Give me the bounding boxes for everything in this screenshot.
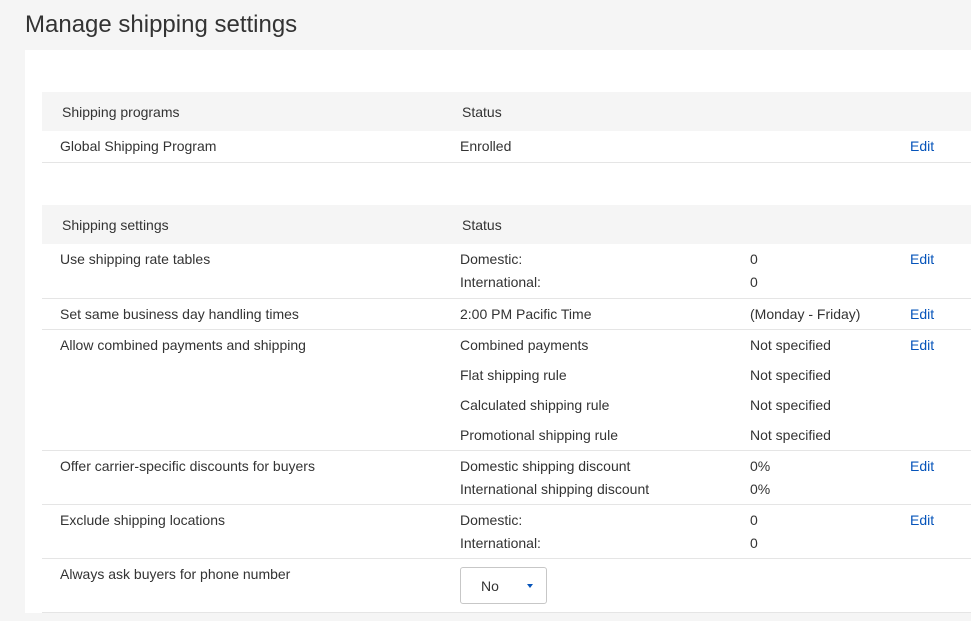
row-label: Domestic shipping discount xyxy=(460,458,631,474)
edit-link-rate-tables[interactable]: Edit xyxy=(910,251,934,268)
column-header-shipping-programs: Shipping programs xyxy=(62,104,180,120)
shipping-settings-header: Shipping settings Status xyxy=(42,205,971,244)
table-row: Offer carrier-specific discounts for buy… xyxy=(42,451,971,505)
table-row: Use shipping rate tables Domestic: 0 Int… xyxy=(42,244,971,299)
settings-panel: Shipping programs Status Global Shipping… xyxy=(25,50,971,613)
row-value: Not specified xyxy=(750,337,831,353)
phone-number-select-value: No xyxy=(481,578,499,594)
row-value: (Monday - Friday) xyxy=(750,306,861,322)
table-row: Always ask buyers for phone number No xyxy=(42,559,971,613)
shipping-programs-table: Shipping programs Status Global Shipping… xyxy=(42,92,971,163)
shipping-programs-header: Shipping programs Status xyxy=(42,92,971,131)
column-header-shipping-settings: Shipping settings xyxy=(62,217,169,233)
row-name: Global Shipping Program xyxy=(60,138,217,154)
row-value: 0 xyxy=(750,535,758,551)
row-label: Domestic: xyxy=(460,251,523,267)
table-row: Global Shipping Program Enrolled Edit xyxy=(42,131,971,163)
edit-link-global-shipping[interactable]: Edit xyxy=(910,138,934,155)
row-name: Offer carrier-specific discounts for buy… xyxy=(60,458,315,474)
column-header-status: Status xyxy=(462,104,502,120)
caret-down-icon xyxy=(527,584,533,588)
row-value: 0 xyxy=(750,512,758,528)
page-title: Manage shipping settings xyxy=(25,11,298,38)
column-header-status: Status xyxy=(462,217,502,233)
row-label: Combined payments xyxy=(460,337,589,353)
row-value: Not specified xyxy=(750,427,831,443)
row-value: 0 xyxy=(750,251,758,267)
row-label: International: xyxy=(460,274,541,290)
row-value: Not specified xyxy=(750,367,831,383)
table-row: Allow combined payments and shipping Com… xyxy=(42,330,971,451)
edit-link-combined-payments[interactable]: Edit xyxy=(910,337,934,354)
edit-link-handling-times[interactable]: Edit xyxy=(910,306,934,323)
row-value: 0 xyxy=(750,274,758,290)
row-label: International shipping discount xyxy=(460,481,650,497)
row-label: Flat shipping rule xyxy=(460,367,567,383)
edit-link-exclude-locations[interactable]: Edit xyxy=(910,512,934,529)
phone-number-select[interactable]: No xyxy=(460,567,547,604)
row-name: Allow combined payments and shipping xyxy=(60,337,306,353)
shipping-settings-table: Shipping settings Status Use shipping ra… xyxy=(42,205,971,613)
row-status: Enrolled xyxy=(460,138,512,154)
table-row: Exclude shipping locations Domestic: 0 I… xyxy=(42,505,971,559)
edit-link-carrier-discounts[interactable]: Edit xyxy=(910,458,934,475)
row-name: Set same business day handling times xyxy=(60,306,299,322)
row-name: Always ask buyers for phone number xyxy=(60,566,291,582)
row-value: 0% xyxy=(750,458,771,474)
row-value: 0% xyxy=(750,481,771,497)
row-name: Use shipping rate tables xyxy=(60,251,211,267)
row-label: 2:00 PM Pacific Time xyxy=(460,306,592,322)
row-label: Calculated shipping rule xyxy=(460,397,610,413)
row-label: Domestic: xyxy=(460,512,523,528)
row-label: Promotional shipping rule xyxy=(460,427,618,443)
row-label: International: xyxy=(460,535,541,551)
row-value: Not specified xyxy=(750,397,831,413)
row-name: Exclude shipping locations xyxy=(60,512,225,528)
table-row: Set same business day handling times 2:0… xyxy=(42,299,971,330)
